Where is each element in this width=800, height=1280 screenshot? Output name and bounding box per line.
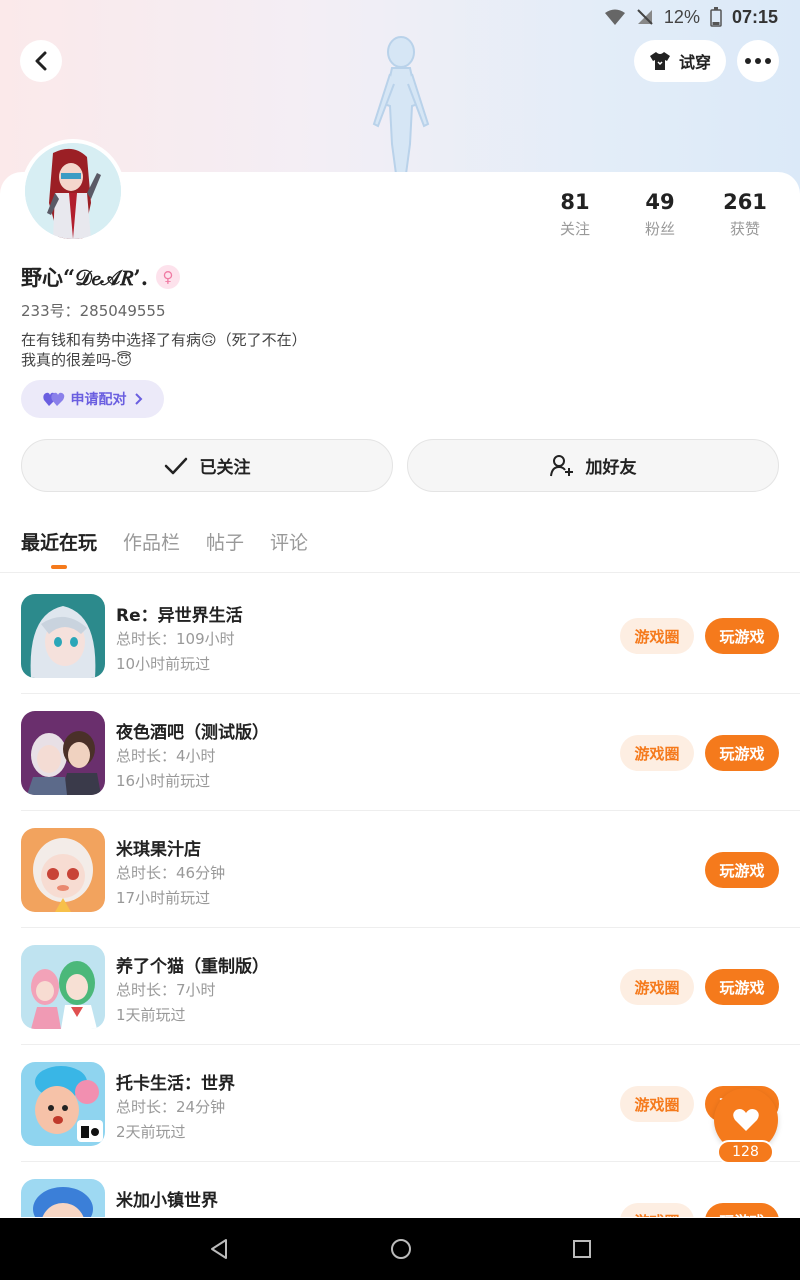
game-duration: 总时长：109小时 bbox=[116, 630, 235, 648]
nav-back-icon[interactable] bbox=[208, 1238, 230, 1260]
clock: 07:15 bbox=[731, 6, 778, 27]
battery-percent: 12% bbox=[663, 6, 700, 27]
system-navigation-bar bbox=[0, 1218, 800, 1280]
tshirt-icon bbox=[649, 52, 670, 70]
list-item[interactable]: 夜色酒吧（测试版） 总时长：4小时 16小时前玩过 游戏圈 玩游戏 bbox=[0, 694, 800, 811]
game-title: 夜色酒吧（测试版） bbox=[116, 723, 269, 743]
tabs-divider bbox=[0, 572, 800, 573]
status-bar: 12% 07:15 bbox=[604, 4, 778, 30]
stat-likes[interactable]: 261 获赞 bbox=[710, 190, 780, 239]
add-friend-button[interactable]: 加好友 bbox=[407, 439, 779, 492]
list-item[interactable]: 托卡生活：世界 总时长：24分钟 2天前玩过 游戏圈 玩游戏 bbox=[0, 1045, 800, 1162]
user-bio: 在有钱和有势中选择了有病🙃（死了不在） 我真的很差吗-😇 bbox=[21, 330, 307, 370]
list-item[interactable]: 养了个猫（重制版） 总时长：7小时 1天前玩过 游戏圈 玩游戏 bbox=[0, 928, 800, 1045]
user-name: 野心“𝒟𝑒𝒜𝑅’. bbox=[21, 265, 149, 290]
more-options-button[interactable] bbox=[737, 40, 779, 82]
no-signal-icon bbox=[637, 9, 653, 25]
nav-home-icon[interactable] bbox=[390, 1238, 412, 1260]
tab-recently-played[interactable]: 最近在玩 bbox=[21, 528, 97, 569]
play-game-button[interactable]: 玩游戏 bbox=[705, 969, 779, 1005]
stat-fans[interactable]: 49 粉丝 bbox=[625, 190, 695, 239]
try-on-button[interactable]: 试穿 bbox=[634, 40, 726, 82]
recently-played-list: Re：异世界生活 总时长：109小时 10小时前玩过 游戏圈 玩游戏 夜色酒吧（… bbox=[0, 577, 800, 1217]
game-last-played: 16小时前玩过 bbox=[116, 772, 211, 790]
followed-button[interactable]: 已关注 bbox=[21, 439, 393, 492]
back-button[interactable] bbox=[20, 40, 62, 82]
game-last-played: 2天前玩过 bbox=[116, 1123, 186, 1141]
tab-posts[interactable]: 帖子 bbox=[206, 528, 244, 569]
play-game-button[interactable]: 玩游戏 bbox=[705, 852, 779, 888]
stat-following-label: 关注 bbox=[559, 220, 590, 238]
game-title: Re：异世界生活 bbox=[116, 606, 243, 626]
game-icon-juice-shop bbox=[21, 828, 105, 912]
name-row: 野心“𝒟𝑒𝒜𝑅’. ♀ bbox=[21, 262, 181, 292]
game-title: 养了个猫（重制版） bbox=[116, 957, 269, 977]
female-gender-icon: ♀ bbox=[156, 265, 181, 289]
stat-following-value: 81 bbox=[560, 190, 590, 214]
followed-label: 已关注 bbox=[199, 458, 251, 478]
game-circle-button[interactable]: 游戏圈 bbox=[620, 618, 694, 654]
profile-tabs: 最近在玩 作品栏 帖子 评论 bbox=[21, 528, 308, 569]
checkmark-icon bbox=[164, 457, 187, 474]
stat-fans-value: 49 bbox=[645, 190, 675, 214]
game-duration: 总时长：24分钟 bbox=[116, 1098, 226, 1116]
list-item[interactable]: 米琪果汁店 总时长：46分钟 17小时前玩过 玩游戏 bbox=[0, 811, 800, 928]
profile-stats: 81 关注 49 粉丝 261 获赞 bbox=[540, 190, 780, 239]
game-title: 托卡生活：世界 bbox=[116, 1074, 235, 1094]
more-dots-icon bbox=[745, 58, 771, 64]
stat-likes-label: 获赞 bbox=[729, 220, 760, 238]
add-user-icon bbox=[549, 454, 573, 476]
game-icon-miga-town-world bbox=[21, 1179, 105, 1217]
add-friend-label: 加好友 bbox=[585, 458, 637, 478]
list-item[interactable]: 米加小镇世界 游戏圈 玩游戏 bbox=[0, 1162, 800, 1217]
game-title: 米加小镇世界 bbox=[116, 1191, 218, 1211]
chevron-right-icon bbox=[134, 393, 142, 405]
chevron-left-icon bbox=[35, 51, 47, 71]
request-pair-button[interactable]: 申请配对 bbox=[21, 380, 164, 418]
tab-works[interactable]: 作品栏 bbox=[123, 528, 180, 569]
game-icon-raise-a-cat bbox=[21, 945, 105, 1029]
double-heart-icon bbox=[42, 392, 64, 406]
game-last-played: 1天前玩过 bbox=[116, 1006, 186, 1024]
stat-following[interactable]: 81 关注 bbox=[540, 190, 610, 239]
user-avatar[interactable] bbox=[21, 139, 125, 243]
try-on-label: 试穿 bbox=[678, 53, 711, 72]
tab-comments[interactable]: 评论 bbox=[270, 528, 308, 569]
play-game-button[interactable]: 玩游戏 bbox=[705, 1203, 779, 1217]
game-title: 米琪果汁店 bbox=[116, 840, 201, 860]
like-count-badge: 128 bbox=[717, 1140, 774, 1164]
game-circle-button[interactable]: 游戏圈 bbox=[620, 1086, 694, 1122]
bio-line-2: 我真的很差吗-😇 bbox=[21, 351, 133, 369]
game-duration: 总时长：7小时 bbox=[116, 981, 216, 999]
game-circle-button[interactable]: 游戏圈 bbox=[620, 1203, 694, 1217]
list-item[interactable]: Re：异世界生活 总时长：109小时 10小时前玩过 游戏圈 玩游戏 bbox=[0, 577, 800, 694]
game-duration: 总时长：46分钟 bbox=[116, 864, 226, 882]
avatar-character-image bbox=[25, 143, 121, 239]
game-last-played: 17小时前玩过 bbox=[116, 889, 211, 907]
game-icon-re-zero bbox=[21, 594, 105, 678]
avatar-figure-preview bbox=[372, 36, 430, 174]
bio-line-1: 在有钱和有势中选择了有病🙃（死了不在） bbox=[21, 331, 307, 349]
user-id: 233号：285049555 bbox=[21, 302, 166, 320]
nav-recents-icon[interactable] bbox=[572, 1239, 592, 1259]
request-pair-label: 申请配对 bbox=[70, 392, 127, 408]
game-icon-night-bar bbox=[21, 711, 105, 795]
game-circle-button[interactable]: 游戏圈 bbox=[620, 969, 694, 1005]
stat-likes-value: 261 bbox=[723, 190, 767, 214]
play-game-button[interactable]: 玩游戏 bbox=[705, 735, 779, 771]
stat-fans-label: 粉丝 bbox=[644, 220, 675, 238]
game-last-played: 10小时前玩过 bbox=[116, 655, 211, 673]
heart-icon bbox=[733, 1109, 759, 1131]
game-circle-button[interactable]: 游戏圈 bbox=[620, 735, 694, 771]
game-icon-toca-life-world bbox=[21, 1062, 105, 1146]
battery-icon bbox=[710, 7, 722, 27]
game-duration: 总时长：4小时 bbox=[116, 747, 216, 765]
wifi-icon bbox=[604, 9, 625, 25]
play-game-button[interactable]: 玩游戏 bbox=[705, 618, 779, 654]
